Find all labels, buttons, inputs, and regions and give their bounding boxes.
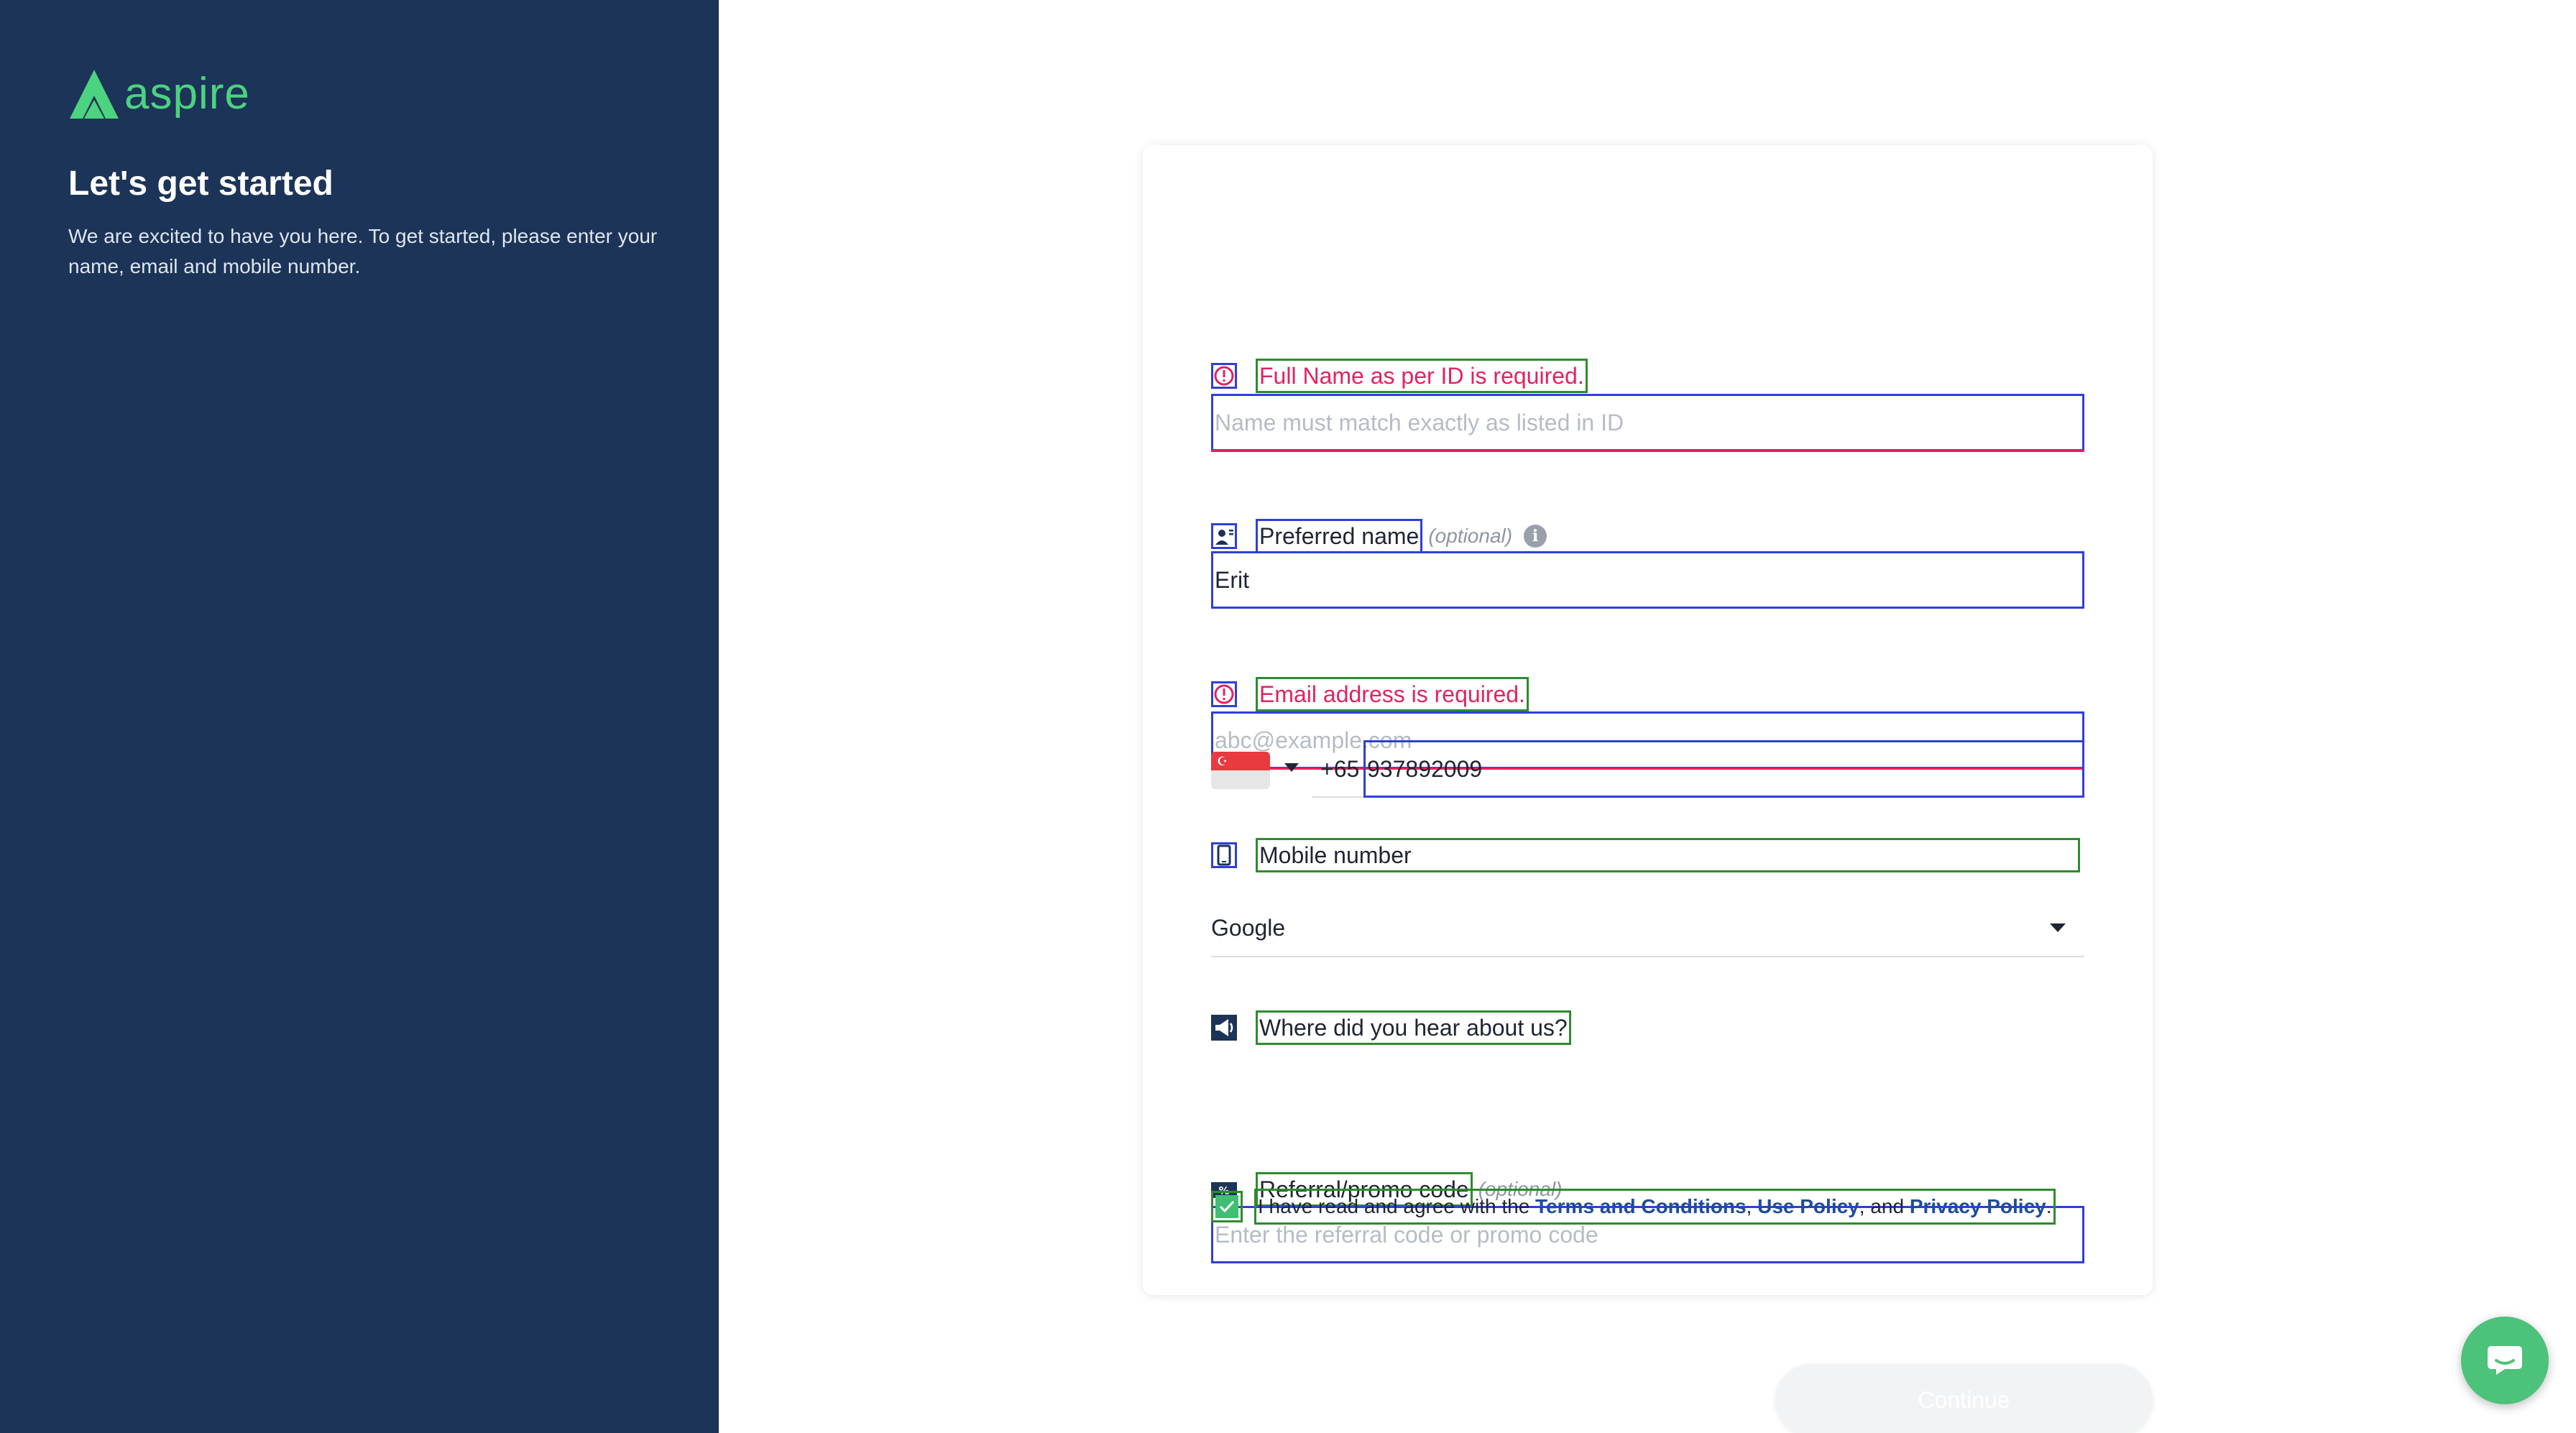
optional-tag: (optional) — [1428, 525, 1513, 547]
full-name-input[interactable] — [1213, 396, 2082, 449]
checkmark-icon — [1219, 1200, 1235, 1213]
id-card-icon — [1211, 523, 1237, 549]
chevron-down-icon[interactable] — [2050, 923, 2066, 932]
full-name-error: Full Name as per ID is required. — [1256, 359, 1588, 393]
dial-code: +65 — [1312, 740, 1363, 798]
mobile-input[interactable] — [1366, 742, 2082, 796]
preferred-name-label: Preferred name — [1256, 519, 1423, 553]
consent-separator: , — [1746, 1195, 1758, 1217]
source-label: Where did you hear about us? — [1256, 1010, 1571, 1045]
mobile-field-row: ☪ +65 — [1211, 740, 2084, 798]
intro-text: We are excited to have you here. To get … — [68, 225, 658, 277]
aspire-logo-icon — [68, 68, 120, 120]
preferred-name-field[interactable] — [1211, 551, 2084, 609]
use-policy-link[interactable]: Use Policy — [1757, 1195, 1859, 1217]
mobile-label-row: Mobile number — [1211, 838, 2080, 872]
email-error: Email address is required. — [1256, 677, 1529, 711]
consent-row: I have read and agree with the Terms and… — [1211, 1189, 2056, 1225]
alert-circle-icon — [1211, 363, 1237, 389]
info-icon[interactable]: i — [1524, 525, 1547, 548]
full-name-label-row: Full Name as per ID is required. — [1211, 359, 1588, 393]
country-dropdown-caret-icon[interactable] — [1284, 763, 1299, 772]
consent-text: I have read and agree with the Terms and… — [1254, 1189, 2056, 1225]
consent-checkbox[interactable] — [1211, 1191, 1243, 1222]
privacy-policy-link[interactable]: Privacy Policy — [1910, 1195, 2046, 1217]
mobile-phone-icon — [1211, 842, 1237, 868]
terms-link[interactable]: Terms and Conditions — [1535, 1195, 1747, 1217]
full-name-field[interactable] — [1211, 394, 2084, 452]
signup-form-card: Full Name as per ID is required. Preferr… — [1143, 145, 2153, 1295]
page-title: Let's get started — [68, 165, 334, 203]
chat-bubble-icon — [2488, 1346, 2522, 1375]
consent-suffix: . — [2046, 1195, 2052, 1217]
source-selected-value: Google — [1211, 914, 1286, 941]
brand-logo[interactable]: aspire — [68, 68, 250, 120]
consent-prefix: I have read and agree with the — [1258, 1195, 1536, 1217]
brand-name: aspire — [124, 69, 250, 119]
country-flag[interactable]: ☪ — [1211, 752, 1270, 789]
chat-button[interactable] — [2461, 1317, 2549, 1404]
preferred-name-label-row: Preferred name (optional) i — [1211, 519, 1547, 553]
consent-separator: , and — [1859, 1195, 1910, 1217]
continue-button[interactable]: Continue — [1775, 1364, 2153, 1433]
mobile-field[interactable] — [1363, 740, 2084, 798]
source-select[interactable]: Google — [1211, 900, 2084, 957]
megaphone-icon — [1211, 1015, 1237, 1041]
sidebar: aspire Let's get started We are excited … — [0, 0, 719, 1433]
preferred-name-input[interactable] — [1213, 553, 2082, 607]
mobile-label: Mobile number — [1256, 838, 2080, 872]
source-label-row: Where did you hear about us? — [1211, 1010, 1571, 1045]
alert-circle-icon — [1211, 681, 1237, 707]
email-label-row: Email address is required. — [1211, 677, 1529, 711]
